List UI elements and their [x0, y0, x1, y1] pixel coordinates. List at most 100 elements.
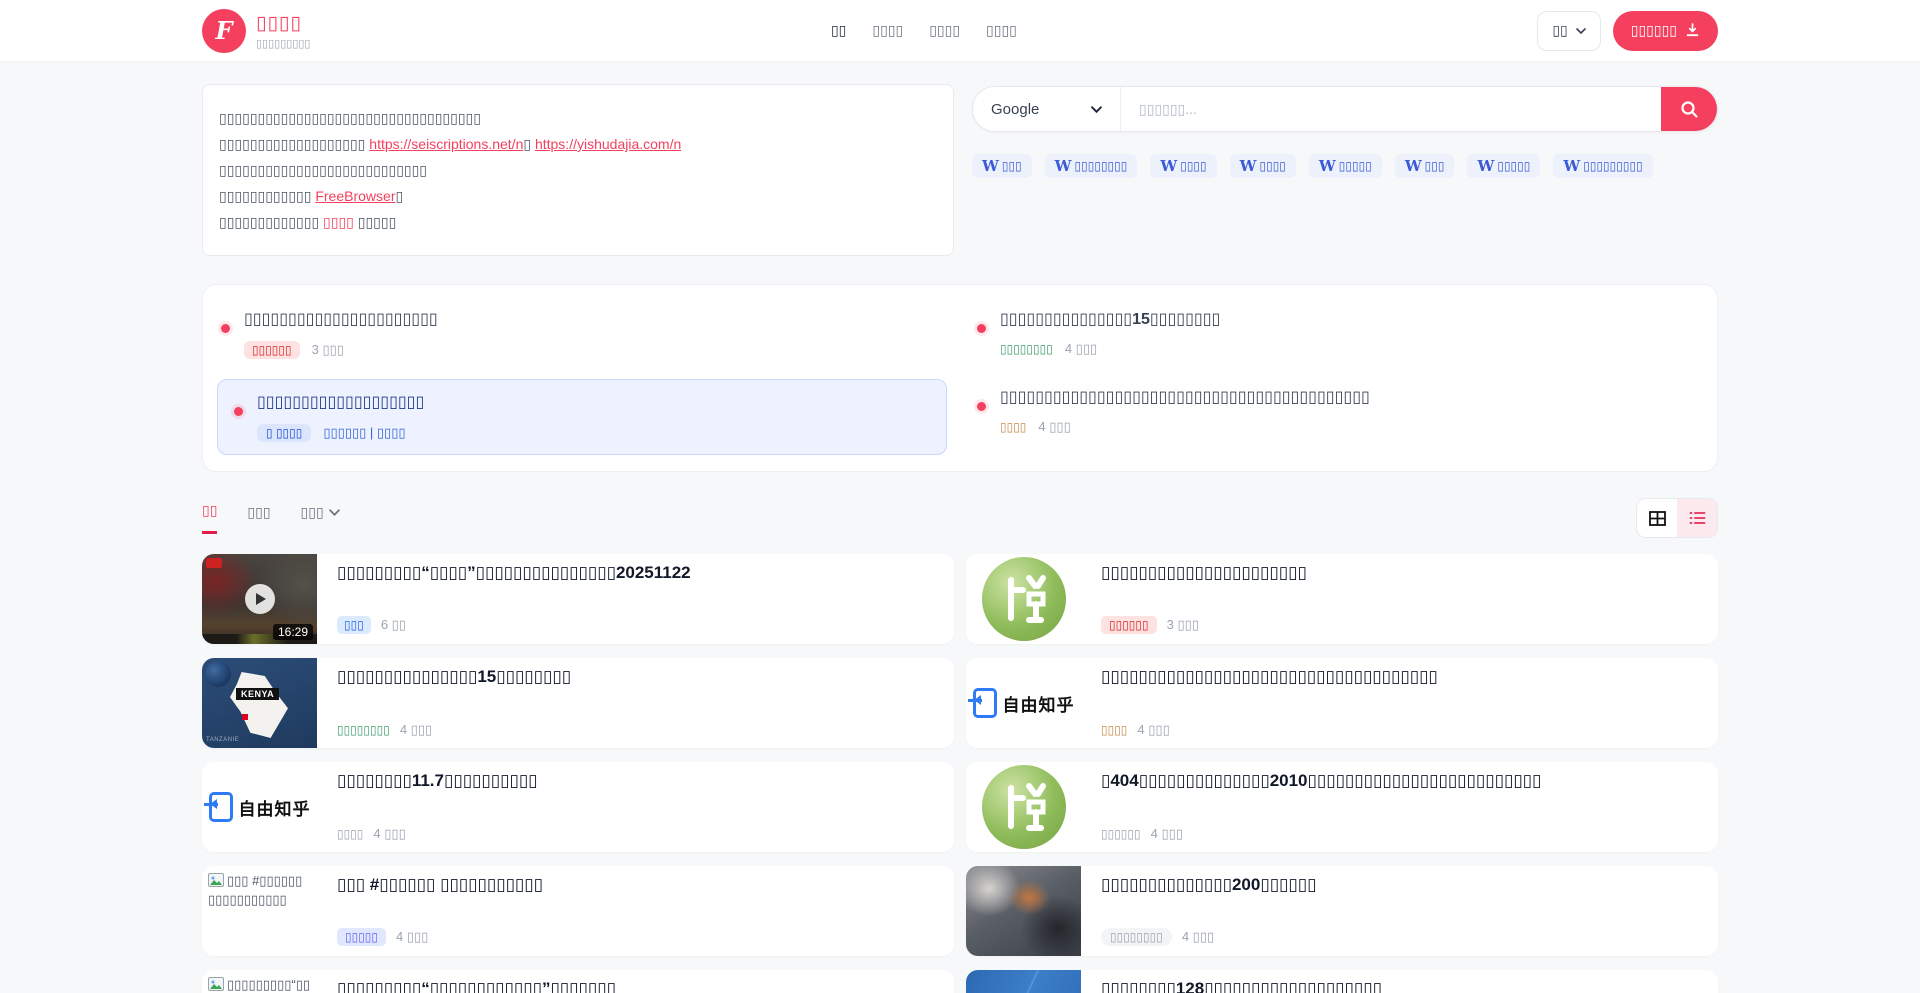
article-title[interactable]: ▯▯▯▯▯▯▯▯▯▯▯▯▯▯▯15▯▯▯▯▯▯▯▯	[337, 666, 934, 688]
tab-all[interactable]: ▯▯	[202, 502, 217, 534]
wiki-tag-2[interactable]: W▯▯▯▯	[1150, 154, 1216, 178]
ticker-tag: ▯▯▯▯▯▯▯▯	[1000, 342, 1053, 356]
article-card[interactable]: 16:29 ▯▯▯▯▯▯▯▯▯“▯▯▯▯”▯▯▯▯▯▯▯▯▯▯▯▯▯▯▯2025…	[202, 554, 954, 644]
video-thumbnail: 16:29	[202, 554, 317, 644]
wikipedia-w-icon: W	[1563, 157, 1580, 175]
wiki-tag-7[interactable]: W▯▯▯▯▯▯▯▯▯	[1553, 154, 1652, 178]
ticker-time: 4 ▯▯▯	[1038, 419, 1070, 435]
nav-item-0[interactable]: ▯▯	[831, 22, 846, 39]
freebrowser-link[interactable]: FreeBrowser	[315, 188, 395, 204]
broken-image-icon	[208, 977, 224, 991]
photo-thumbnail	[966, 866, 1081, 956]
article-card[interactable]: ▯▯▯▯▯▯▯▯▯▯▯▯▯▯▯▯▯▯▯▯▯▯ ▯▯▯▯▯▯ 3 ▯▯▯	[966, 554, 1718, 644]
article-time: 3 ▯▯▯	[1167, 617, 1199, 633]
ticker-item-2[interactable]: ▯▯▯▯▯▯▯▯▯▯▯▯▯▯▯15▯▯▯▯▯▯▯▯ ▯▯▯▯▯▯▯▯ 4 ▯▯▯	[973, 301, 1703, 367]
ticker-links[interactable]: ▯▯▯▯▯▯ | ▯▯▯▯	[323, 425, 405, 441]
tab-2-dropdown[interactable]: ▯▯▯	[301, 502, 340, 534]
article-title[interactable]: ▯▯▯▯▯▯▯▯128▯▯▯▯▯▯▯▯▯▯▯▯▯▯▯▯▯▯▯	[1101, 978, 1698, 993]
intro-line-5: ▯▯▯▯▯▯▯▯▯▯▯▯▯ ▯▯▯▯ ▯▯▯▯▯	[219, 209, 937, 235]
intro-line-4: ▯▯▯▯▯▯▯▯▯▯▯▯ FreeBrowser▯	[219, 183, 937, 209]
mirror-link-1[interactable]: https://seiscriptions.net/n	[369, 136, 523, 152]
search-area: Google W▯▯▯ W▯▯▯▯▯▯▯▯ W▯▯▯▯ W▯▯▯▯ W▯▯▯▯▯…	[972, 84, 1718, 256]
nav-item-2[interactable]: ▯▯▯▯	[929, 22, 960, 39]
search-input[interactable]	[1121, 87, 1661, 131]
nav-item-1[interactable]: ▯▯▯▯	[872, 22, 903, 39]
ticker-title[interactable]: ▯▯▯▯▯▯▯▯▯▯▯▯▯▯▯▯▯▯▯▯▯▯▯▯▯▯▯▯▯▯▯▯▯▯▯▯▯▯▯▯…	[1000, 387, 1370, 409]
wiki-tag-4[interactable]: W▯▯▯▯▯	[1309, 154, 1382, 178]
seal-logo-icon	[982, 557, 1066, 641]
ticker-badge: ▯ ▯▯▯▯	[257, 424, 311, 442]
kenya-label: KENYA	[236, 688, 279, 700]
article-card[interactable]: ▯▯▯ #▯▯▯▯▯▯ ▯▯▯▯▯▯▯▯▯▯▯ ▯▯▯ #▯▯▯▯▯▯ ▯▯▯▯…	[202, 866, 954, 956]
ticker-time: 3 ▯▯▯	[312, 342, 344, 358]
download-button[interactable]: ▯▯▯▯▯▯	[1613, 11, 1718, 51]
mirror-link-2[interactable]: https://yishudajia.com/n	[535, 136, 681, 152]
download-label: ▯▯▯▯▯▯	[1631, 22, 1677, 39]
ticker-item-0[interactable]: ▯▯▯▯▯▯▯▯▯▯▯▯▯▯▯▯▯▯▯▯▯▯ ▯▯▯▯▯▯ 3 ▯▯▯	[217, 301, 947, 367]
search-engine-select[interactable]: Google	[973, 87, 1121, 131]
wiki-tag-row: W▯▯▯ W▯▯▯▯▯▯▯▯ W▯▯▯▯ W▯▯▯▯ W▯▯▯▯▯ W▯▯▯ W…	[972, 154, 1718, 178]
article-title[interactable]: ▯▯▯▯▯▯▯▯▯“▯▯▯▯”▯▯▯▯▯▯▯▯▯▯▯▯▯▯▯20251122	[337, 562, 934, 584]
article-title[interactable]: ▯▯▯▯▯▯▯▯▯▯▯▯▯▯▯▯▯▯▯▯▯▯▯▯▯▯▯▯▯▯▯▯▯▯▯▯	[1101, 666, 1698, 688]
article-title[interactable]: ▯▯▯▯▯▯▯▯▯▯▯▯▯▯200▯▯▯▯▯▯	[1101, 874, 1698, 896]
article-title[interactable]: ▯▯▯▯▯▯▯▯▯“▯▯▯▯▯▯▯▯▯▯▯▯”▯▯▯▯▯▯▯	[337, 978, 934, 993]
article-column-left: 16:29 ▯▯▯▯▯▯▯▯▯“▯▯▯▯”▯▯▯▯▯▯▯▯▯▯▯▯▯▯▯2025…	[202, 554, 954, 993]
article-title[interactable]: ▯▯▯▯▯▯▯▯▯▯▯▯▯▯▯▯▯▯▯▯▯▯	[1101, 562, 1698, 584]
article-tag: ▯▯▯▯▯▯▯▯	[337, 723, 390, 737]
wiki-tag-0[interactable]: W▯▯▯	[972, 154, 1032, 178]
article-card[interactable]: ▯▯▯▯▯▯▯▯▯“▯▯▯▯▯▯▯▯▯▯”▯▯▯▯▯▯▯ ▯▯▯▯▯▯▯▯▯“▯…	[202, 970, 954, 993]
search-icon	[1680, 100, 1699, 119]
article-column-right: ▯▯▯▯▯▯▯▯▯▯▯▯▯▯▯▯▯▯▯▯▯▯ ▯▯▯▯▯▯ 3 ▯▯▯ 自由知乎…	[966, 554, 1718, 993]
ticker-item-3[interactable]: ▯▯▯▯▯▯▯▯▯▯▯▯▯▯▯▯▯▯▯▯▯▯▯▯▯▯▯▯▯▯▯▯▯▯▯▯▯▯▯▯…	[973, 379, 1703, 455]
brand[interactable]: F ▯▯▯▯ ▯▯▯▯▯▯▯▯▯	[202, 9, 310, 53]
tab-1[interactable]: ▯▯▯	[247, 502, 270, 534]
intro-line-2: ▯▯▯▯▯▯▯▯▯▯▯▯▯▯▯▯▯▯▯ https://seiscription…	[219, 131, 937, 157]
article-card[interactable]: KENYA TANZANIE ▯▯▯▯▯▯▯▯▯▯▯▯▯▯▯15▯▯▯▯▯▯▯▯…	[202, 658, 954, 748]
red-dot-icon	[221, 324, 230, 333]
search-button[interactable]	[1661, 87, 1717, 131]
language-selector[interactable]: ▯▯	[1537, 11, 1600, 51]
article-tag: ▯▯▯▯	[1101, 723, 1127, 737]
ticker-time: 4 ▯▯▯	[1065, 341, 1097, 357]
wiki-tag-1[interactable]: W▯▯▯▯▯▯▯▯	[1045, 154, 1138, 178]
article-title[interactable]: ▯404▯▯▯▯▯▯▯▯▯▯▯▯▯▯2010▯▯▯▯▯▯▯▯▯▯▯▯▯▯▯▯▯▯…	[1101, 770, 1698, 792]
grid-icon	[1649, 511, 1666, 526]
ticker-tag: ▯▯▯▯▯▯	[244, 341, 300, 359]
article-time: 4 ▯▯▯	[1137, 722, 1169, 738]
article-card[interactable]: VA ▯▯▯▯▯▯▯▯128▯▯▯▯▯▯▯▯▯▯▯▯▯▯▯▯▯▯▯	[966, 970, 1718, 993]
broken-image-thumbnail: ▯▯▯▯▯▯▯▯▯“▯▯▯▯▯▯▯▯▯▯”▯▯▯▯▯▯▯	[202, 970, 317, 993]
article-tag: ▯▯▯▯▯▯	[1101, 827, 1141, 841]
search-bar: Google	[972, 86, 1718, 132]
ticker-title[interactable]: ▯▯▯▯▯▯▯▯▯▯▯▯▯▯▯▯▯▯▯	[257, 392, 424, 414]
article-tag: ▯▯▯▯	[337, 827, 363, 841]
chevron-down-icon	[1576, 28, 1586, 34]
article-card[interactable]: ▯▯▯▯▯▯▯▯▯▯▯▯▯▯200▯▯▯▯▯▯ ▯▯▯▯▯▯▯▯ 4 ▯▯▯	[966, 866, 1718, 956]
vpn-link[interactable]: ▯▯▯▯	[323, 214, 354, 230]
article-card[interactable]: 自由知乎 ▯▯▯▯▯▯▯▯11.7▯▯▯▯▯▯▯▯▯▯ ▯▯▯▯ 4 ▯▯▯	[202, 762, 954, 852]
main-nav: ▯▯ ▯▯▯▯ ▯▯▯▯ ▯▯▯▯	[310, 22, 1537, 39]
wiki-tag-6[interactable]: W▯▯▯▯▯	[1467, 154, 1540, 178]
article-title[interactable]: ▯▯▯ #▯▯▯▯▯▯ ▯▯▯▯▯▯▯▯▯▯▯	[337, 874, 934, 896]
site-title: ▯▯▯▯	[256, 12, 310, 35]
seal-logo-icon	[982, 765, 1066, 849]
article-time: 4 ▯▯▯	[1182, 929, 1214, 945]
article-title[interactable]: ▯▯▯▯▯▯▯▯11.7▯▯▯▯▯▯▯▯▯▯	[337, 770, 934, 792]
view-toggle	[1636, 498, 1718, 538]
ticker-title[interactable]: ▯▯▯▯▯▯▯▯▯▯▯▯▯▯▯15▯▯▯▯▯▯▯▯	[1000, 309, 1220, 331]
nav-item-3[interactable]: ▯▯▯▯	[986, 22, 1017, 39]
article-card[interactable]: ▯404▯▯▯▯▯▯▯▯▯▯▯▯▯▯2010▯▯▯▯▯▯▯▯▯▯▯▯▯▯▯▯▯▯…	[966, 762, 1718, 852]
ticker-item-1-highlighted[interactable]: ▯▯▯▯▯▯▯▯▯▯▯▯▯▯▯▯▯▯▯ ▯ ▯▯▯▯ ▯▯▯▯▯▯ | ▯▯▯▯	[217, 379, 947, 455]
ticker-title[interactable]: ▯▯▯▯▯▯▯▯▯▯▯▯▯▯▯▯▯▯▯▯▯▯	[244, 309, 438, 331]
wiki-tag-5[interactable]: W▯▯▯	[1395, 154, 1455, 178]
article-card[interactable]: 自由知乎 ▯▯▯▯▯▯▯▯▯▯▯▯▯▯▯▯▯▯▯▯▯▯▯▯▯▯▯▯▯▯▯▯▯▯▯…	[966, 658, 1718, 748]
site-subtitle: ▯▯▯▯▯▯▯▯▯	[256, 37, 310, 50]
wikipedia-w-icon: W	[1477, 157, 1494, 175]
article-time: 4 ▯▯▯	[396, 929, 428, 945]
logo-icon: F	[202, 9, 246, 53]
chevron-down-icon	[1091, 106, 1102, 113]
wiki-tag-3[interactable]: W▯▯▯▯	[1230, 154, 1296, 178]
list-view-button[interactable]	[1677, 499, 1717, 537]
red-dot-icon	[977, 324, 986, 333]
article-time: 4 ▯▯▯	[400, 722, 432, 738]
grid-view-button[interactable]	[1637, 499, 1677, 537]
